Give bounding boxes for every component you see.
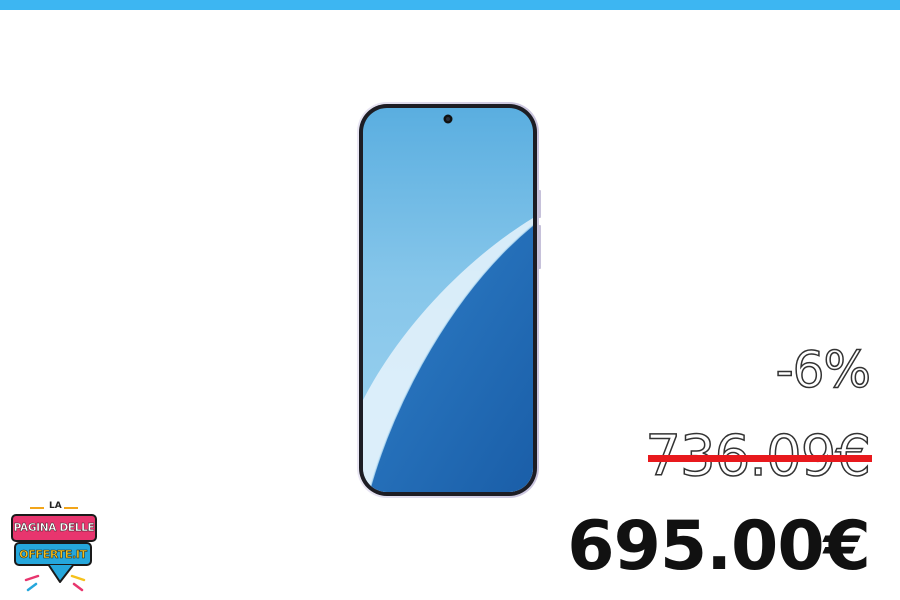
logo-text-pagina-delle: PAGINA DELLE: [13, 522, 95, 534]
discount-percentage: -6%: [775, 340, 872, 400]
price-strikethrough-line: [648, 455, 872, 462]
product-image-smartphone: [354, 100, 544, 500]
spark-lines-right-icon: [70, 574, 86, 592]
logo-text-offerte: OFFERTE.IT: [19, 547, 87, 561]
logo-text-la: LA: [49, 501, 62, 511]
logo-dash-left: [30, 507, 44, 509]
logo-bottom-banner: OFFERTE.IT: [14, 542, 92, 566]
spark-lines-left-icon: [24, 574, 40, 592]
logo-top-banner: PAGINA DELLE: [11, 514, 97, 542]
top-accent-bar: [0, 0, 900, 10]
logo-dash-right: [64, 507, 78, 509]
la-pagina-delle-offerte-logo: LA PAGINA DELLE OFFERTE.IT: [8, 500, 100, 596]
sale-price: 695.00€: [567, 507, 871, 586]
